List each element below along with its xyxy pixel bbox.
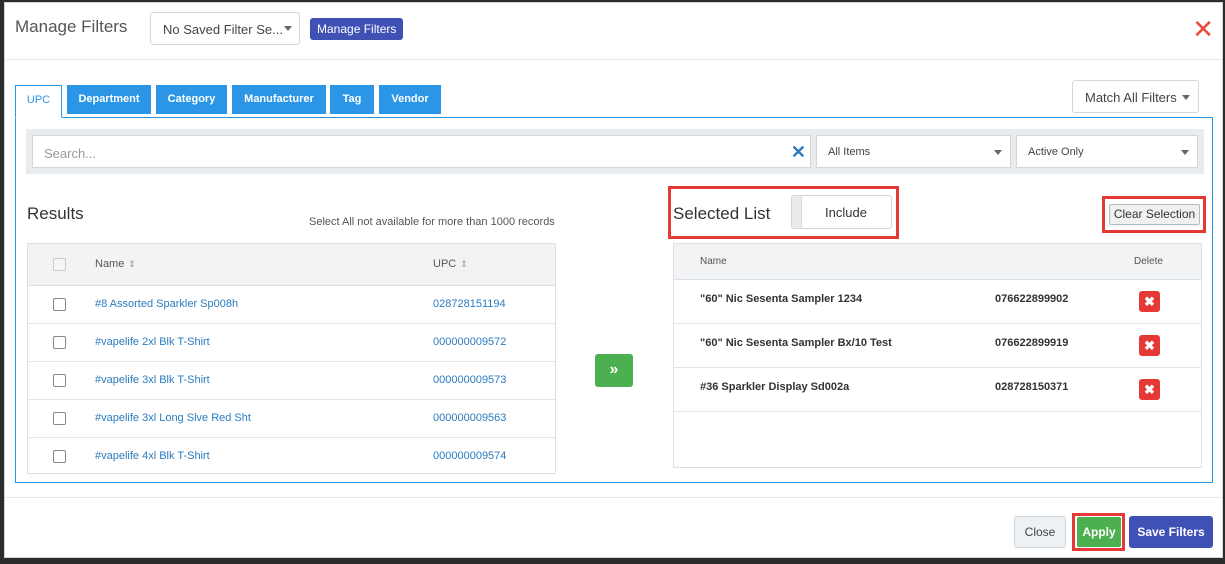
save-filters-button[interactable]: Save Filters (1129, 516, 1213, 548)
column-header-name-label: Name (95, 258, 125, 270)
item-upc-link[interactable]: 000000009572 (433, 336, 506, 348)
column-header-upc-label: UPC (433, 258, 457, 270)
tab-tag[interactable]: Tag (330, 85, 374, 114)
selected-item-name: "60" Nic Sesenta Sampler Bx/10 Test (700, 337, 892, 349)
row-checkbox[interactable] (53, 450, 66, 463)
row-checkbox[interactable] (53, 336, 66, 349)
item-name-link[interactable]: #vapelife 3xl Long Slve Red Sht (95, 412, 251, 424)
column-header-delete: Delete (1134, 256, 1163, 267)
items-select[interactable]: All Items (816, 135, 1011, 168)
delete-icon[interactable]: ✖ (1139, 379, 1160, 400)
tab-upc[interactable]: UPC (15, 85, 62, 118)
toggle-knob (792, 196, 802, 228)
results-note: Select All not available for more than 1… (309, 216, 555, 228)
tab-category[interactable]: Category (156, 85, 227, 114)
close-button[interactable]: Close (1014, 516, 1066, 548)
modal-footer: Close Apply Save Filters (5, 497, 1222, 558)
results-title: Results (27, 204, 84, 223)
column-header-upc[interactable]: UPC ⇕ (433, 258, 468, 270)
caret-down-icon (1181, 150, 1189, 155)
selected-list-title: Selected List (673, 204, 771, 223)
selected-item-name: "60" Nic Sesenta Sampler 1234 (700, 293, 863, 305)
manage-filters-button[interactable]: Manage Filters (310, 18, 404, 40)
double-chevron-right-icon: » (609, 361, 619, 378)
clear-search-icon[interactable]: ✕ (791, 142, 806, 162)
caret-down-icon (1182, 95, 1190, 100)
sort-icon: ⇕ (128, 259, 136, 269)
caret-down-icon (994, 150, 1002, 155)
saved-filter-select[interactable]: No Saved Filter Se... (150, 12, 300, 45)
tab-department[interactable]: Department (67, 85, 151, 114)
selected-item-upc: 076622899919 (995, 337, 1069, 349)
selected-item-upc: 076622899902 (995, 293, 1069, 305)
modal-header: Manage Filters No Saved Filter Se... Man… (5, 3, 1222, 60)
table-row: #vapelife 4xl Blk T-Shirt 000000009574 (28, 438, 555, 476)
table-row: #vapelife 3xl Blk T-Shirt 000000009573 (28, 362, 555, 400)
include-toggle[interactable]: Include (791, 195, 892, 229)
caret-down-icon (284, 26, 292, 31)
sort-icon: ⇕ (460, 259, 468, 269)
selected-table: Name Delete "60" Nic Sesenta Sampler 123… (673, 243, 1202, 468)
delete-icon[interactable]: ✖ (1139, 291, 1160, 312)
apply-button[interactable]: Apply (1077, 517, 1121, 547)
move-to-selected-button[interactable]: » (595, 354, 633, 387)
match-filters-select[interactable]: Match All Filters (1072, 80, 1199, 113)
item-name-link[interactable]: #vapelife 4xl Blk T-Shirt (95, 450, 210, 462)
match-filters-select-value: Match All Filters (1085, 90, 1177, 105)
tab-vendor[interactable]: Vendor (379, 85, 441, 114)
item-upc-link[interactable]: 000000009574 (433, 450, 506, 462)
column-header-name: Name (700, 256, 727, 267)
status-select-value: Active Only (1028, 146, 1084, 158)
items-select-value: All Items (828, 146, 871, 158)
modal-title: Manage Filters (15, 17, 128, 36)
manage-filters-modal: Manage Filters No Saved Filter Se... Man… (4, 2, 1223, 558)
row-checkbox[interactable] (53, 412, 66, 425)
selected-item-name: #36 Sparkler Display Sd002a (700, 381, 850, 393)
selected-row: "60" Nic Sesenta Sampler 1234 0766228999… (674, 280, 1201, 324)
tab-manufacturer[interactable]: Manufacturer (232, 85, 326, 114)
selected-row: #36 Sparkler Display Sd002a 028728150371… (674, 368, 1201, 412)
item-name-link[interactable]: #8 Assorted Sparkler Sp008h (95, 298, 238, 310)
filter-panel: Search... ✕ All Items Active Only Result… (15, 117, 1213, 483)
item-upc-link[interactable]: 028728151194 (433, 298, 506, 310)
item-upc-link[interactable]: 000000009573 (433, 374, 506, 386)
table-row: #8 Assorted Sparkler Sp008h 028728151194 (28, 286, 555, 324)
item-upc-link[interactable]: 000000009563 (433, 412, 506, 424)
row-checkbox[interactable] (53, 298, 66, 311)
table-row: #vapelife 3xl Long Slve Red Sht 00000000… (28, 400, 555, 438)
delete-icon[interactable]: ✖ (1139, 335, 1160, 356)
status-select[interactable]: Active Only (1016, 135, 1198, 168)
search-input[interactable]: Search... ✕ (32, 135, 811, 168)
include-toggle-label: Include (825, 205, 867, 220)
table-row: #vapelife 2xl Blk T-Shirt 000000009572 (28, 324, 555, 362)
selected-table-header: Name Delete (674, 244, 1201, 280)
results-table: Name ⇕ UPC ⇕ #8 Assorted Sparkler Sp008h 0… (27, 243, 556, 474)
saved-filter-select-value: No Saved Filter Se... (163, 22, 283, 37)
results-table-header: Name ⇕ UPC ⇕ (28, 244, 555, 286)
row-checkbox[interactable] (53, 374, 66, 387)
selected-row: "60" Nic Sesenta Sampler Bx/10 Test 0766… (674, 324, 1201, 368)
search-bar: Search... ✕ All Items Active Only (26, 129, 1204, 174)
close-icon[interactable]: ✕ (1192, 16, 1214, 42)
item-name-link[interactable]: #vapelife 3xl Blk T-Shirt (95, 374, 210, 386)
selected-item-upc: 028728150371 (995, 381, 1069, 393)
search-placeholder: Search... (44, 146, 97, 161)
column-header-name[interactable]: Name ⇕ (95, 258, 136, 270)
select-all-checkbox (53, 258, 66, 271)
item-name-link[interactable]: #vapelife 2xl Blk T-Shirt (95, 336, 210, 348)
clear-selection-button[interactable]: Clear Selection (1109, 204, 1200, 225)
